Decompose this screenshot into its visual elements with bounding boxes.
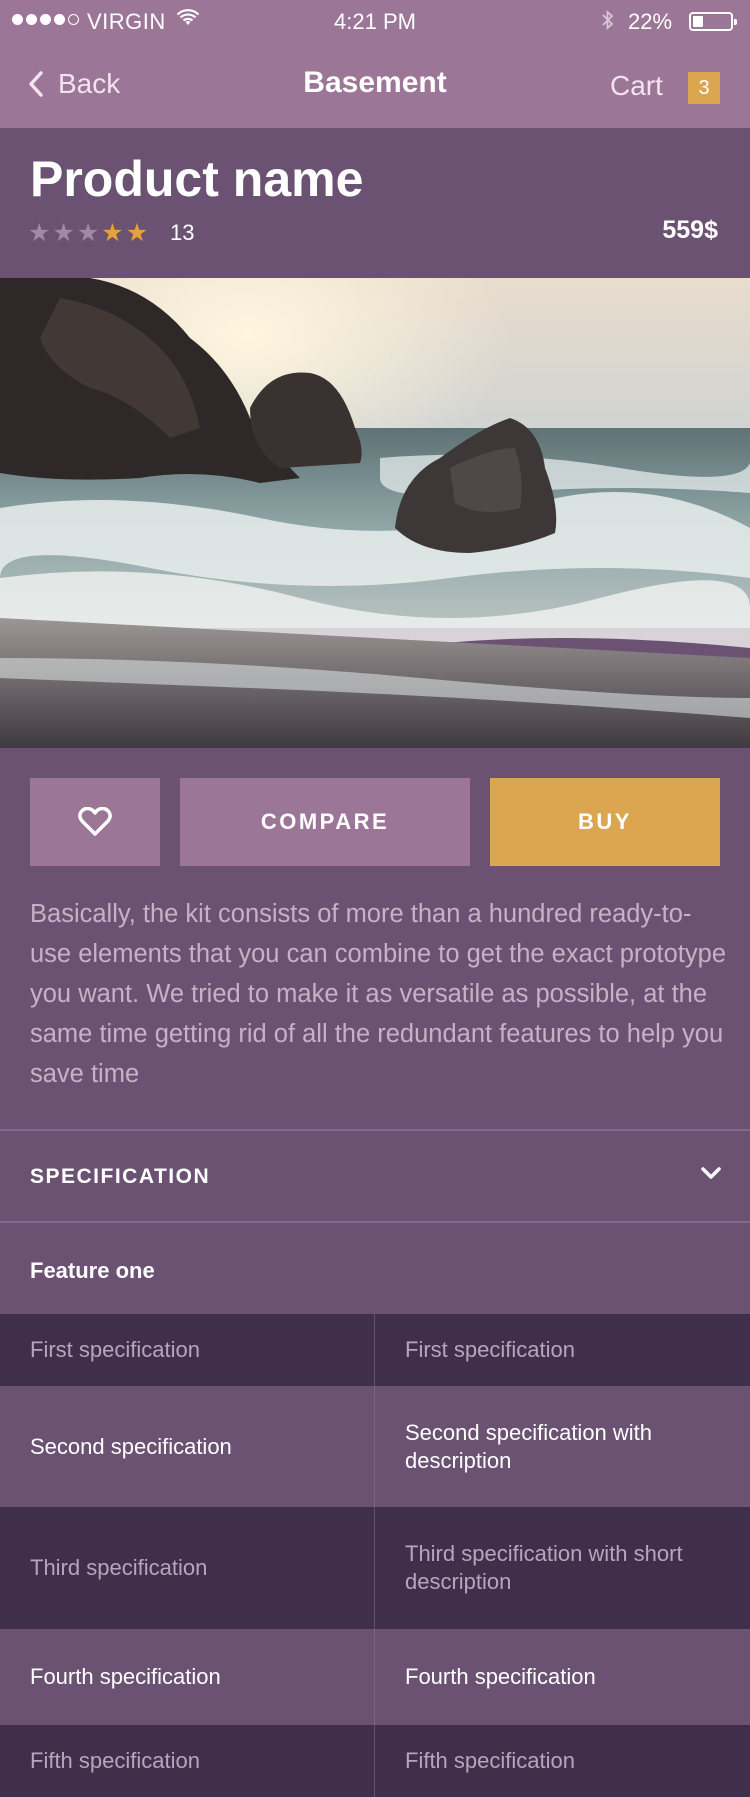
- product-name: Product name: [30, 151, 364, 207]
- star-icon[interactable]: ★: [52, 218, 74, 248]
- specification-table: First specification First specification …: [0, 1314, 750, 1797]
- star-icon[interactable]: ★: [28, 218, 50, 248]
- action-buttons: COMPARE BUY: [0, 748, 750, 868]
- feature-title: Feature one: [30, 1258, 155, 1283]
- spec-value: Third specification with short descripti…: [405, 1541, 683, 1594]
- star-icon[interactable]: ★: [126, 218, 148, 248]
- spec-value: Fifth specification: [405, 1748, 575, 1773]
- feature-group-header: Feature one: [0, 1222, 750, 1314]
- table-row: Fifth specification Fifth specification: [0, 1725, 750, 1797]
- product-header: Product name ★ ★ ★ ★ ★ 13 559$: [0, 128, 750, 278]
- bluetooth-icon: [600, 8, 616, 38]
- review-count: 13: [170, 220, 195, 245]
- cart-count-badge[interactable]: 3: [688, 72, 720, 104]
- spec-name: Fifth specification: [0, 1725, 375, 1797]
- star-icon[interactable]: ★: [101, 218, 123, 248]
- product-description: Basically, the kit consists of more than…: [30, 900, 727, 1088]
- table-row: Second specification Second specificatio…: [0, 1386, 750, 1507]
- spec-name: First specification: [0, 1314, 375, 1386]
- spec-value: Fourth specification: [405, 1664, 596, 1689]
- rating-stars[interactable]: ★ ★ ★ ★ ★: [28, 218, 148, 248]
- favorite-button[interactable]: [30, 778, 160, 866]
- compare-button[interactable]: COMPARE: [180, 778, 470, 866]
- navigation-bar: Back Basement Cart 3: [0, 40, 750, 128]
- spec-name: Fourth specification: [0, 1629, 375, 1725]
- table-row: First specification First specification: [0, 1314, 750, 1386]
- spec-value: First specification: [405, 1337, 575, 1362]
- table-row: Third specification Third specification …: [0, 1507, 750, 1629]
- product-price: 559$: [662, 216, 718, 244]
- spec-name: Third specification: [0, 1507, 375, 1629]
- status-bar: VIRGIN 4:21 PM 22%: [0, 0, 750, 40]
- spec-name: Second specification: [0, 1386, 375, 1507]
- specification-accordion-header[interactable]: SPECIFICATION: [0, 1131, 750, 1221]
- buy-button[interactable]: BUY: [490, 778, 720, 866]
- battery-icon: [689, 12, 737, 31]
- star-icon[interactable]: ★: [77, 218, 99, 248]
- heart-icon: [78, 807, 112, 836]
- chevron-down-icon: [701, 1167, 721, 1179]
- product-image: [0, 278, 750, 748]
- specification-title: SPECIFICATION: [30, 1165, 211, 1188]
- spec-value: Second specification with description: [405, 1419, 653, 1473]
- cart-button[interactable]: Cart: [610, 70, 663, 102]
- table-row: Fourth specification Fourth specificatio…: [0, 1629, 750, 1725]
- battery-percentage: 22%: [628, 9, 673, 34]
